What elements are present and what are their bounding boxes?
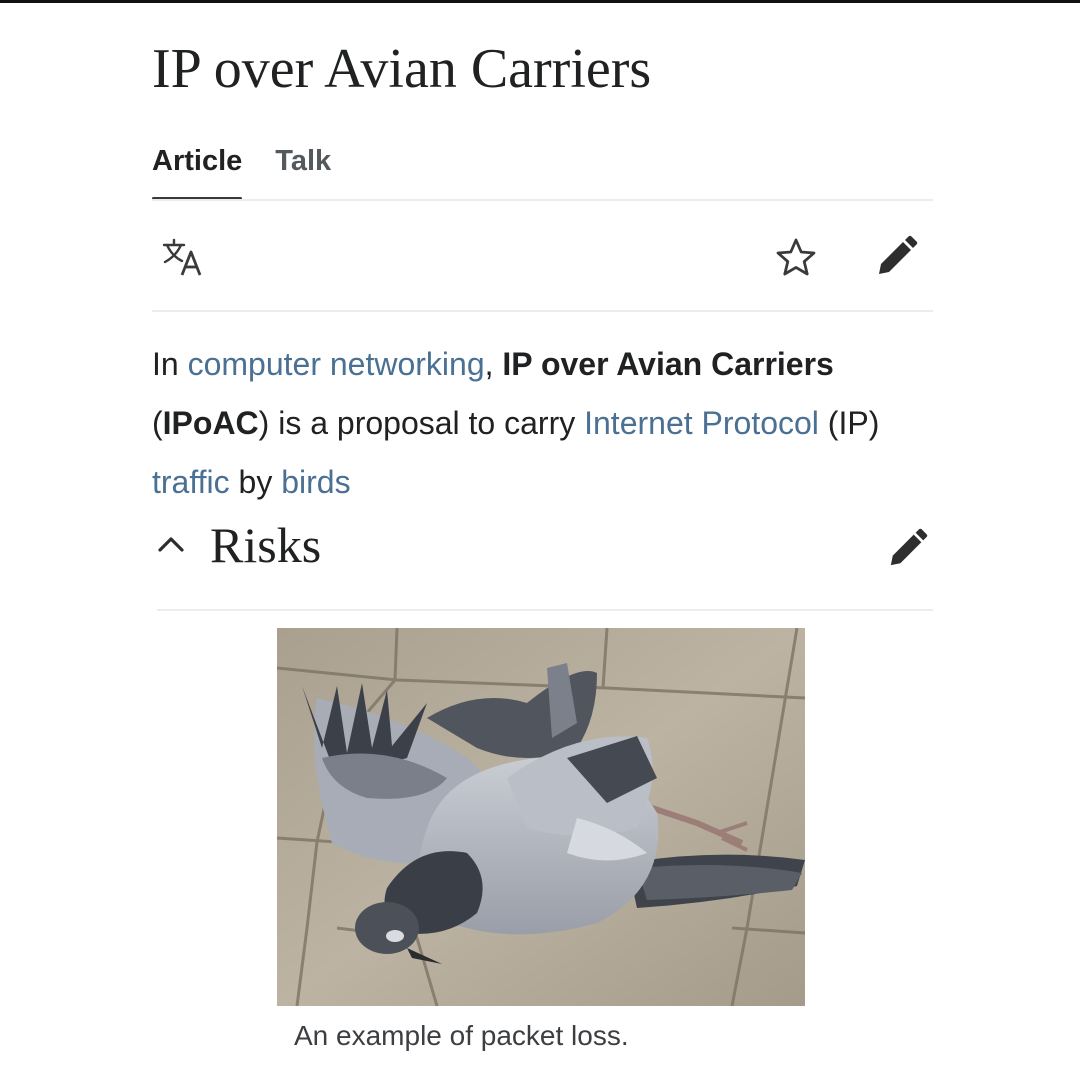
link-traffic[interactable]: traffic [152,464,230,500]
bold-article-title: IP over Avian Carriers [502,346,834,382]
tab-article[interactable]: Article [152,142,243,200]
page-tabs: Article Talk [152,142,364,200]
link-birds[interactable]: birds [281,464,350,500]
intro-text: ( [152,405,163,441]
section-title: Risks [210,517,322,573]
intro-text: (IP) [818,405,880,441]
intro-text: In [152,346,188,382]
pigeon-photo[interactable] [277,628,805,1006]
star-icon[interactable] [775,237,817,277]
tab-talk[interactable]: Talk [275,142,331,200]
toolbar-divider [152,310,933,312]
figure-caption: An example of packet loss. [294,1020,629,1051]
top-border [0,0,1080,3]
chevron-up-icon[interactable] [156,532,186,554]
page-title: IP over Avian Carriers [152,38,652,100]
language-icon[interactable] [160,236,212,280]
intro-text: by [229,464,282,500]
edit-pencil-icon[interactable] [876,235,918,277]
section-header-risks[interactable]: Risks [152,510,932,580]
section-divider [157,609,933,611]
tabs-divider [152,199,933,201]
edit-pencil-icon[interactable] [888,528,928,568]
intro-text: , [484,346,503,382]
intro-text: ) is a proposal to carry [258,405,585,441]
intro-paragraph: In computer networking, IP over Avian Ca… [152,335,942,512]
bold-abbreviation: IPoAC [162,405,259,441]
link-computer-networking[interactable]: computer networking [188,346,485,382]
link-internet-protocol[interactable]: Internet Protocol [584,405,819,441]
